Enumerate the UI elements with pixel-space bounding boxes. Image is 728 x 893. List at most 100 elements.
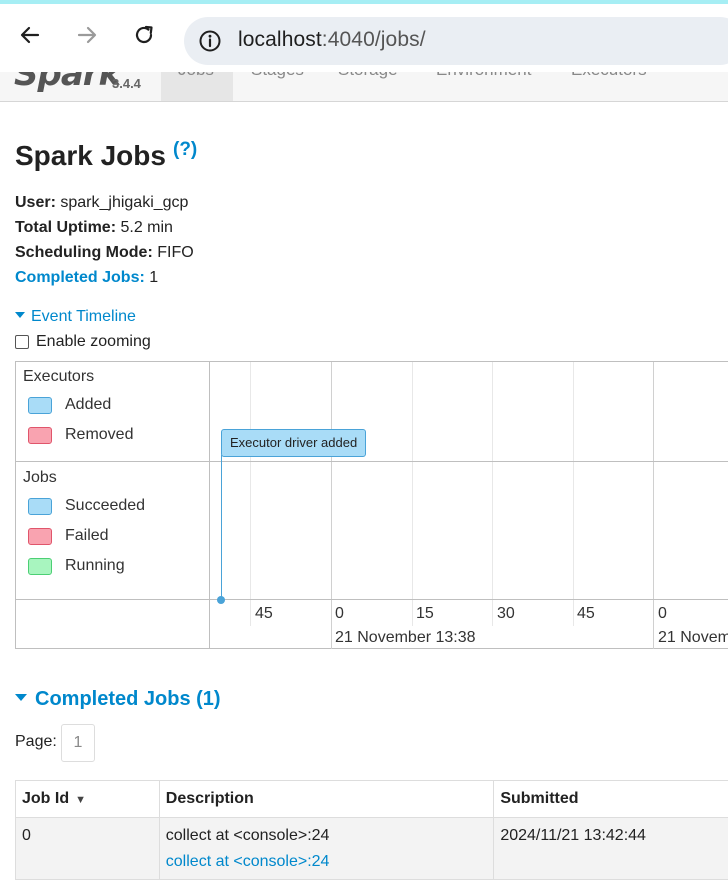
legend-swatch-running <box>28 557 52 575</box>
axis-tick-label: 30 <box>497 605 515 622</box>
browser-toolbar: localhost:4040/jobs/ <box>0 4 728 72</box>
sort-desc-icon: ▼ <box>75 794 86 806</box>
page-button[interactable]: 1 <box>61 724 95 762</box>
user-label: User: <box>15 194 56 211</box>
arrow-left-icon <box>20 26 40 44</box>
axis-separator <box>16 599 728 600</box>
legend-swatch-removed <box>28 426 52 444</box>
help-link[interactable]: (?) <box>173 139 197 161</box>
legend-swatch-added <box>28 396 52 414</box>
legend-label-succeeded: Succeeded <box>65 497 146 514</box>
summary-uptime: Total Uptime: 5.2 min <box>15 215 194 240</box>
page-label: Page: <box>15 733 57 750</box>
executor-driver-added-event[interactable]: Executor driver added <box>221 429 367 457</box>
spark-logo[interactable]: Spark <box>14 72 121 94</box>
group-separator <box>16 461 728 462</box>
tab-stages[interactable]: Stages <box>251 72 304 80</box>
column-header-submitted[interactable]: Submitted <box>493 780 728 818</box>
axis-tick-line <box>492 600 493 626</box>
legend-executor-added: Added <box>28 396 111 414</box>
legend-executor-removed: Removed <box>28 426 133 444</box>
legend-label-running: Running <box>65 557 125 574</box>
legend-label-removed: Removed <box>65 426 134 443</box>
page-title: Spark Jobs <box>15 140 166 171</box>
axis-tick-label: 45 <box>577 605 595 622</box>
grid-line <box>412 362 413 600</box>
job-id-cell: 0 <box>15 817 160 880</box>
url-host: localhost <box>238 28 322 51</box>
reload-button[interactable] <box>128 19 160 51</box>
event-stem-line <box>221 455 222 599</box>
scheduling-mode-label: Scheduling Mode: <box>15 244 153 261</box>
axis-tick-line <box>412 600 413 626</box>
legend-swatch-failed <box>28 527 52 545</box>
axis-tick-label: 0 <box>658 605 667 622</box>
arrow-right-icon <box>77 26 97 44</box>
summary-scheduling-mode: Scheduling Mode: FIFO <box>15 240 194 265</box>
caret-down-icon <box>15 694 27 702</box>
info-icon[interactable] <box>198 29 222 53</box>
url-path: :4040/jobs/ <box>321 28 426 51</box>
spark-navbar: Spark 3.4.4 Jobs Stages Storage Environm… <box>0 72 728 102</box>
completed-jobs-count: 1 <box>149 269 159 286</box>
enable-zooming[interactable]: Enable zooming <box>15 333 151 351</box>
executors-group-title: Executors <box>23 368 95 385</box>
completed-jobs-table: Job Id ▼ Description Submitted 0 collect … <box>15 780 728 880</box>
axis-tick-line <box>573 600 574 626</box>
tab-environment[interactable]: Environment <box>436 72 531 80</box>
grid-line-major <box>653 362 654 649</box>
completed-jobs-toggle[interactable]: Completed Jobs (1) <box>15 688 221 711</box>
legend-job-running: Running <box>28 557 125 575</box>
grid-line <box>492 362 493 600</box>
event-timeline[interactable]: Executors Added Removed Jobs Succeeded F… <box>15 361 728 649</box>
scheduling-mode-value: FIFO <box>157 244 194 261</box>
axis-tick-line <box>250 600 251 626</box>
legend-label-added: Added <box>65 396 112 413</box>
event-dot <box>217 596 225 604</box>
description-text: collect at <console>:24 <box>165 827 330 844</box>
legend-job-succeeded: Succeeded <box>28 497 145 515</box>
reload-icon <box>135 25 153 44</box>
zoom-label: Enable zooming <box>36 333 151 350</box>
grid-line <box>250 362 251 600</box>
legend-swatch-succeeded <box>28 497 52 515</box>
axis-tick-label: 0 <box>335 605 344 622</box>
table-row: 0 collect at <console>:24 collect at <co… <box>15 817 728 880</box>
back-button[interactable] <box>14 19 46 51</box>
axis-date-label: 21 November <box>658 629 728 646</box>
description-link[interactable]: collect at <console>:24 <box>166 853 488 871</box>
summary-user: User: spark_jhigaki_gcp <box>15 190 194 215</box>
url-text[interactable]: localhost:4040/jobs/ <box>238 28 426 52</box>
event-timeline-label: Event Timeline <box>31 308 136 325</box>
completed-jobs-link[interactable]: Completed Jobs: <box>15 269 145 286</box>
description-cell: collect at <console>:24 collect at <cons… <box>158 817 495 880</box>
forward-button[interactable] <box>71 19 103 51</box>
axis-tick-label: 15 <box>416 605 434 622</box>
axis-tick-label: 45 <box>255 605 273 622</box>
uptime-value: 5.2 min <box>120 219 173 236</box>
uptime-label: Total Uptime: <box>15 219 117 236</box>
address-bar[interactable]: localhost:4040/jobs/ <box>184 17 728 65</box>
legend-label-failed: Failed <box>65 527 109 544</box>
tab-storage[interactable]: Storage <box>338 72 398 80</box>
column-header-job-id[interactable]: Job Id ▼ <box>15 780 160 818</box>
spark-version: 3.4.4 <box>112 76 141 91</box>
jobs-group-title: Jobs <box>23 469 57 486</box>
user-value: spark_jhigaki_gcp <box>60 194 189 211</box>
tab-executors[interactable]: Executors <box>571 72 647 80</box>
zoom-checkbox[interactable] <box>15 335 29 349</box>
legend-job-failed: Failed <box>28 527 109 545</box>
completed-jobs-heading: Completed Jobs (1) <box>35 688 221 710</box>
table-header-row: Job Id ▼ Description Submitted <box>15 780 728 818</box>
column-header-label: Job Id <box>22 790 70 807</box>
summary-completed-jobs: Completed Jobs: 1 <box>15 265 194 290</box>
submitted-cell: 2024/11/21 13:42:44 <box>493 817 728 880</box>
caret-down-icon <box>15 311 25 318</box>
summary-list: User: spark_jhigaki_gcp Total Uptime: 5.… <box>15 190 194 290</box>
grid-line <box>573 362 574 600</box>
tab-jobs[interactable]: Jobs <box>178 72 214 80</box>
axis-date-label: 21 November 13:38 <box>335 629 476 646</box>
event-timeline-toggle[interactable]: Event Timeline <box>15 308 136 326</box>
column-header-description[interactable]: Description <box>158 780 495 818</box>
grid-line-major <box>331 362 332 649</box>
